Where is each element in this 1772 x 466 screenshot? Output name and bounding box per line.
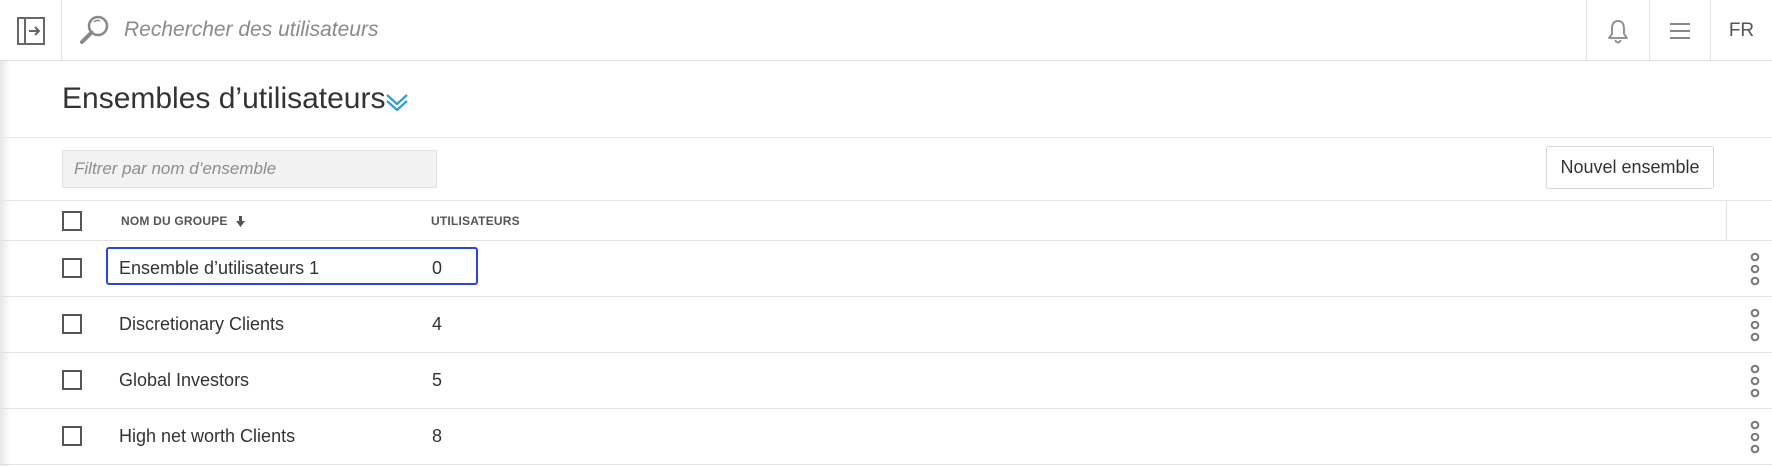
more-options-icon[interactable]	[1740, 308, 1770, 342]
row-checkbox[interactable]	[62, 370, 82, 390]
more-options-icon[interactable]	[1740, 364, 1770, 398]
sidebar-toggle-button[interactable]	[0, 0, 62, 61]
new-set-button[interactable]: Nouvel ensemble	[1546, 146, 1714, 189]
top-bar: FR	[0, 0, 1772, 61]
row-checkbox[interactable]	[62, 258, 82, 278]
sidebar-expand-icon	[16, 16, 45, 45]
column-header-group-name-label: NOM DU GROUPE	[121, 214, 228, 228]
more-options-icon[interactable]	[1740, 252, 1770, 286]
group-name-cell[interactable]: Discretionary Clients	[119, 314, 284, 335]
filter-bar: Nouvel ensemble	[0, 138, 1772, 201]
group-name-cell[interactable]: Ensemble d’utilisateurs 1	[119, 258, 319, 279]
search-icon	[80, 15, 109, 44]
table-row[interactable]: High net worth Clients 8	[0, 409, 1772, 465]
search-input[interactable]	[124, 14, 824, 46]
row-checkbox[interactable]	[62, 314, 82, 334]
filter-input[interactable]	[62, 150, 437, 188]
column-header-group-name[interactable]: NOM DU GROUPE	[121, 214, 246, 228]
page-title: Ensembles d’utilisateurs	[62, 82, 386, 115]
users-count-cell: 8	[432, 426, 443, 446]
users-count-cell: 5	[432, 370, 443, 390]
users-count-cell: 0	[432, 258, 443, 278]
row-checkbox[interactable]	[62, 426, 82, 446]
column-divider	[1726, 201, 1727, 241]
sort-arrow-down-icon	[236, 216, 246, 228]
select-all-checkbox[interactable]	[62, 211, 82, 231]
page-header: Ensembles d’utilisateurs	[0, 61, 1772, 138]
table-row[interactable]: Ensemble d’utilisateurs 1 0	[0, 241, 1772, 297]
user-sets-table: NOM DU GROUPE UTILISATEURS Ensemble d’ut…	[0, 201, 1772, 465]
users-count-cell: 4	[432, 314, 443, 334]
group-name-cell[interactable]: Global Investors	[119, 370, 249, 391]
double-chevron-down-icon[interactable]	[384, 89, 410, 115]
table-row[interactable]: Global Investors 5	[0, 353, 1772, 409]
hamburger-icon	[1670, 22, 1690, 39]
language-selector[interactable]: FR	[1710, 0, 1772, 61]
group-name-cell[interactable]: High net worth Clients	[119, 426, 295, 447]
notifications-button[interactable]	[1586, 0, 1649, 61]
bell-icon	[1608, 19, 1628, 43]
table-header: NOM DU GROUPE UTILISATEURS	[0, 201, 1772, 241]
table-row[interactable]: Discretionary Clients 4	[0, 297, 1772, 353]
main-menu-button[interactable]	[1649, 0, 1710, 61]
top-right-controls: FR	[1586, 0, 1772, 61]
column-header-users: UTILISATEURS	[431, 214, 520, 228]
more-options-icon[interactable]	[1740, 420, 1770, 454]
